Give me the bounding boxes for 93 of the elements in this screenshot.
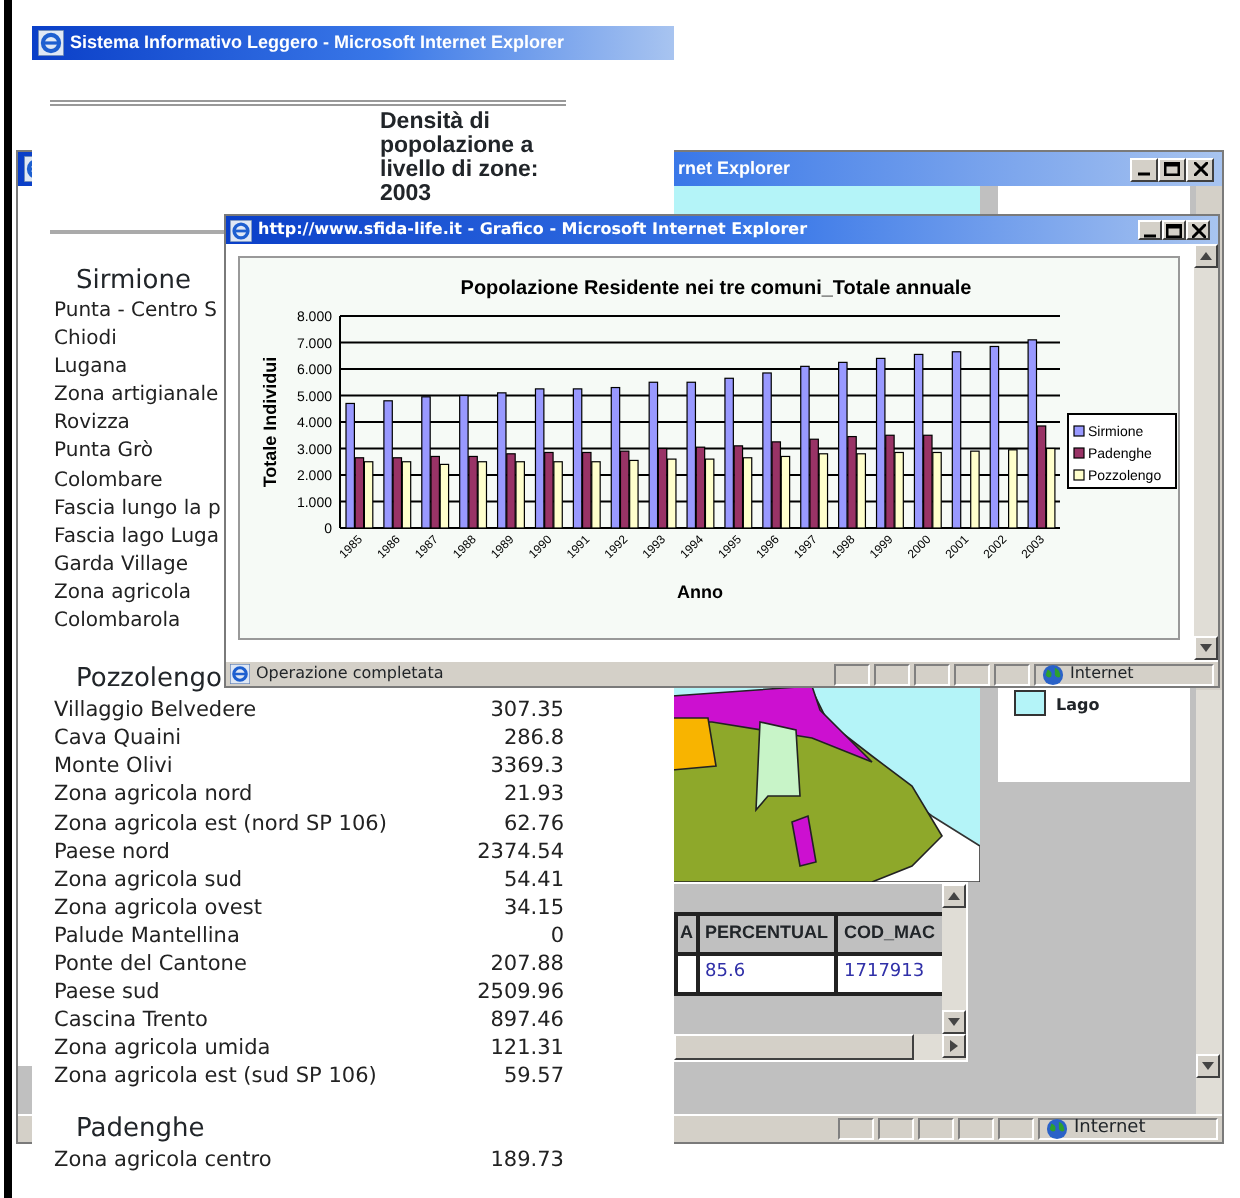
triangle-up-icon xyxy=(948,890,960,902)
zone-name: Zona artigianale xyxy=(54,382,219,411)
legend-label: Lago xyxy=(1056,696,1100,716)
axis-title: Anno xyxy=(677,582,723,602)
chart-title: Popolazione Residente nei tre comuni_Totale annuale xyxy=(460,278,972,300)
zone-name: Paese sud xyxy=(54,978,160,1007)
triangle-right-icon xyxy=(948,1040,960,1052)
window-title: http://www.sfida-life.it - Grafico - Microsoft Internet Explorer xyxy=(258,218,808,242)
minimize-icon xyxy=(1144,233,1156,237)
browser-icon xyxy=(230,664,250,684)
zone-value: 62.76 xyxy=(503,809,564,838)
window-title: Sistema Informativo Leggero - Microsoft Internet Explorer xyxy=(70,29,565,56)
scroll-down-button[interactable] xyxy=(1194,636,1218,660)
zone-value: 207.88 xyxy=(490,949,564,979)
zone-name: Villaggio Belvedere xyxy=(54,696,257,725)
zone-name: Ponte del Cantone xyxy=(54,949,247,979)
zone-label: Internet xyxy=(1070,662,1134,686)
horizontal-scrollbar[interactable] xyxy=(674,1034,966,1060)
zone-name: Fascia lago Luga xyxy=(54,523,220,552)
zone-name: Paese nord xyxy=(54,837,170,866)
minimize-icon xyxy=(1138,172,1150,176)
zone-name: Rovizza xyxy=(54,410,130,439)
vertical-scrollbar[interactable] xyxy=(1196,690,1222,1114)
scroll-up-button[interactable] xyxy=(942,884,966,908)
globe-icon xyxy=(1042,663,1064,685)
zone-name: Lugana xyxy=(54,354,128,383)
maximize-button[interactable] xyxy=(1158,157,1186,181)
zone-name: Zona agricola est (nord SP 106) xyxy=(54,809,387,838)
zone-name: Zona agricola est (sud SP 106) xyxy=(54,1062,377,1091)
minimize-button[interactable] xyxy=(1138,220,1162,240)
scroll-up-button[interactable] xyxy=(1194,244,1218,268)
maximize-icon xyxy=(1166,223,1182,237)
column-header: COD_MAC xyxy=(836,914,942,953)
column-header: PERCENTUAL xyxy=(697,914,837,953)
zone-name: Zona agricola centro xyxy=(54,1146,272,1176)
zone-value: 0 xyxy=(550,921,564,950)
section-heading: Pozzolengo xyxy=(76,662,222,697)
zone-name: Monte Olivi xyxy=(54,752,173,781)
zone-name: Cascina Trento xyxy=(54,1006,208,1035)
zone-name: Zona agricola umida xyxy=(54,1034,271,1063)
triangle-down-icon xyxy=(948,1016,960,1028)
vertical-scrollbar[interactable] xyxy=(942,884,966,1034)
zone-name: Palude Mantellina xyxy=(54,921,240,950)
browser-icon xyxy=(38,30,64,56)
zone-name: Zona agricola sud xyxy=(54,865,243,894)
globe-icon xyxy=(1046,1118,1068,1140)
zone-value: 286.8 xyxy=(503,724,564,753)
zone-name: Punta Grò xyxy=(54,438,154,467)
browser-icon xyxy=(230,219,252,241)
zone-value: 34.15 xyxy=(503,893,564,922)
zone-label: Internet xyxy=(1074,1115,1146,1142)
close-button[interactable] xyxy=(1186,157,1214,181)
zone-value: 54.41 xyxy=(503,865,564,894)
scroll-right-button[interactable] xyxy=(942,1034,966,1058)
maximize-icon xyxy=(1164,162,1180,176)
close-icon xyxy=(1193,162,1207,176)
zone-value: 897.46 xyxy=(490,1006,564,1035)
window-title: rnet Explorer xyxy=(678,155,791,182)
axis-title: Totale Individui xyxy=(260,356,280,488)
section-heading: Padenghe xyxy=(76,1112,205,1147)
zone-name: Zona agricola ovest xyxy=(54,893,262,922)
maximize-button[interactable] xyxy=(1162,220,1186,240)
zone-value: 3369.3 xyxy=(490,752,564,781)
status-text: Operazione completata xyxy=(256,662,444,686)
zone-value: 2374.54 xyxy=(477,837,564,866)
section-heading: Sirmione xyxy=(76,264,191,298)
scroll-down-button[interactable] xyxy=(942,1010,966,1034)
scroll-thumb[interactable] xyxy=(674,1034,914,1060)
zone-name: Chiodi xyxy=(54,326,117,355)
zone-value: 307.35 xyxy=(490,696,564,725)
zone-value: 21.93 xyxy=(503,780,564,809)
zone-name: Cava Quaini xyxy=(54,724,182,753)
page-heading: Densità di popolazione a livello di zone: 2003 xyxy=(380,110,541,206)
zone-value: 121.31 xyxy=(490,1034,564,1063)
zone-name: Colombarola xyxy=(54,608,181,637)
zone-name: Fascia lungo la p xyxy=(54,495,221,524)
zone-name: Colombare xyxy=(54,467,163,496)
scroll-down-button[interactable] xyxy=(1196,1054,1220,1078)
zone-value: 189.73 xyxy=(490,1146,564,1176)
zone-name: Zona agricola nord xyxy=(54,780,253,809)
vertical-scrollbar[interactable] xyxy=(1194,244,1218,660)
close-icon xyxy=(1191,223,1205,237)
triangle-up-icon xyxy=(1200,250,1212,262)
minimize-button[interactable] xyxy=(1130,157,1158,181)
triangle-down-icon xyxy=(1202,1060,1214,1072)
triangle-down-icon xyxy=(1200,642,1212,654)
zone-value: 59.57 xyxy=(503,1062,564,1091)
close-button[interactable] xyxy=(1186,220,1210,240)
zone-name: Zona agricola xyxy=(54,579,192,608)
zone-value: 2509.96 xyxy=(477,978,564,1007)
column-header: A xyxy=(676,914,697,953)
zone-name: Garda Village xyxy=(54,551,189,580)
zone-name: Punta - Centro S xyxy=(54,298,217,326)
